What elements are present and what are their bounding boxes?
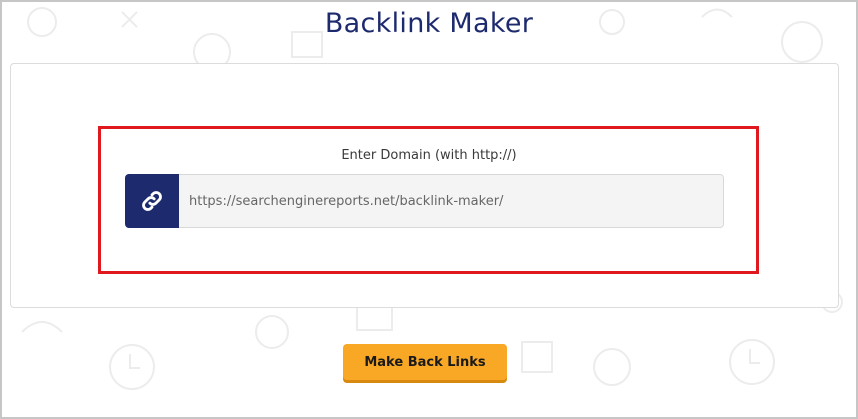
domain-field-label: Enter Domain (with http://) xyxy=(341,148,517,163)
make-back-links-button[interactable]: Make Back Links xyxy=(343,344,507,380)
domain-input[interactable] xyxy=(179,174,724,228)
link-icon xyxy=(125,174,179,228)
page-frame: Backlink Maker Enter Domain (with http:/… xyxy=(0,0,858,419)
domain-input-group xyxy=(125,174,724,228)
page-title: Backlink Maker xyxy=(324,8,534,39)
